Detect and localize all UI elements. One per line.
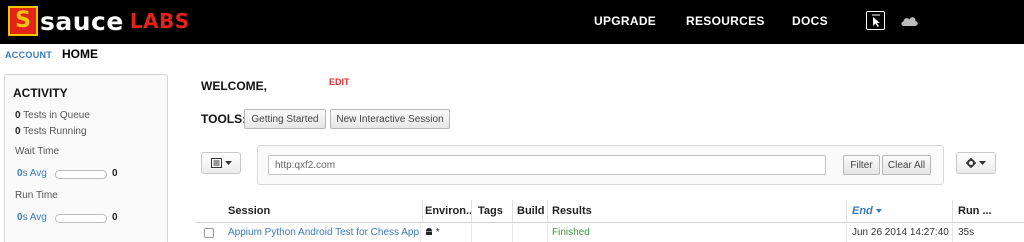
new-interactive-session-button[interactable]: New Interactive Session	[330, 109, 450, 129]
run-avg-unit: s Avg	[22, 212, 47, 223]
breadcrumb-account[interactable]: ACCOUNT	[5, 50, 52, 60]
clear-all-button[interactable]: Clear All	[882, 155, 931, 175]
queue-label: Tests in Queue	[23, 110, 90, 121]
tags-cell	[473, 224, 513, 242]
run-time-value: 0	[112, 212, 118, 223]
header-divider	[196, 222, 1024, 223]
session-link[interactable]: Appium Python Android Test for Chess App	[223, 224, 421, 242]
tests-running: 0 Tests Running	[15, 126, 87, 137]
run-time-avg: 0s Avg	[17, 212, 47, 223]
welcome-heading: WELCOME,	[201, 79, 267, 93]
cloud-icon[interactable]	[900, 13, 919, 27]
running-count: 0	[15, 126, 21, 137]
run-time-label: Run Time	[15, 190, 58, 201]
logo-mark: S	[8, 6, 38, 36]
nav-upgrade[interactable]: UPGRADE	[594, 14, 656, 28]
wait-avg-unit: s Avg	[22, 168, 47, 179]
nav-resources[interactable]: RESOURCES	[686, 14, 765, 28]
filter-bar: Filter Clear All	[257, 145, 944, 185]
logo-sauce-text: sauce	[40, 6, 124, 36]
filter-button[interactable]: Filter	[843, 155, 880, 175]
wait-time-bar	[55, 170, 107, 179]
results-status: Finished	[547, 224, 847, 242]
getting-started-button[interactable]: Getting Started	[244, 109, 326, 129]
environment-text: *	[435, 227, 440, 238]
top-navigation-bar: S sauce LABS UPGRADE RESOURCES DOCS	[0, 0, 1024, 44]
column-header-tags[interactable]: Tags	[473, 200, 513, 222]
queue-count: 0	[15, 110, 21, 121]
breadcrumb-home: HOME	[62, 47, 98, 61]
sort-descending-icon	[875, 209, 882, 214]
view-toggle-button[interactable]	[201, 152, 241, 174]
tests-in-queue: 0 Tests in Queue	[15, 110, 90, 121]
row-checkbox[interactable]	[204, 228, 214, 238]
wait-time-label: Wait Time	[15, 146, 60, 157]
gear-icon	[966, 158, 976, 168]
build-cell	[512, 224, 548, 242]
android-icon	[426, 228, 432, 235]
column-header-end-label: End	[852, 205, 873, 217]
sauce-labs-logo[interactable]: S sauce LABS	[8, 6, 190, 36]
column-header-build[interactable]: Build	[512, 200, 548, 222]
caret-down-icon	[224, 161, 232, 165]
tools-label: TOOLS:	[201, 112, 247, 126]
environment-cell: *	[420, 224, 472, 242]
logo-labs-text: LABS	[129, 9, 190, 33]
column-header-run[interactable]: Run ...	[953, 200, 995, 222]
column-header-environment[interactable]: Environ...	[420, 200, 472, 222]
column-header-session[interactable]: Session	[223, 200, 423, 222]
caret-down-icon	[979, 161, 986, 165]
wait-time-value: 0	[112, 168, 118, 179]
running-label: Tests Running	[23, 126, 87, 137]
activity-title: ACTIVITY	[13, 86, 68, 100]
run-time-bar	[55, 214, 107, 223]
nav-docs[interactable]: DOCS	[792, 14, 828, 28]
activity-panel: ACTIVITY 0 Tests in Queue 0 Tests Runnin…	[4, 74, 168, 242]
list-view-icon	[210, 158, 222, 168]
end-time-cell: Jun 26 2014 14:27:40	[847, 224, 953, 242]
run-time-cell: 35s	[958, 227, 975, 238]
filter-input[interactable]	[268, 155, 826, 175]
column-header-results[interactable]: Results	[547, 200, 847, 222]
settings-button[interactable]	[956, 152, 996, 174]
wait-time-avg: 0s Avg	[17, 168, 47, 179]
edit-link[interactable]: EDIT	[329, 77, 350, 87]
column-header-end[interactable]: End	[847, 200, 953, 222]
interactive-tool-icon[interactable]	[866, 11, 885, 30]
